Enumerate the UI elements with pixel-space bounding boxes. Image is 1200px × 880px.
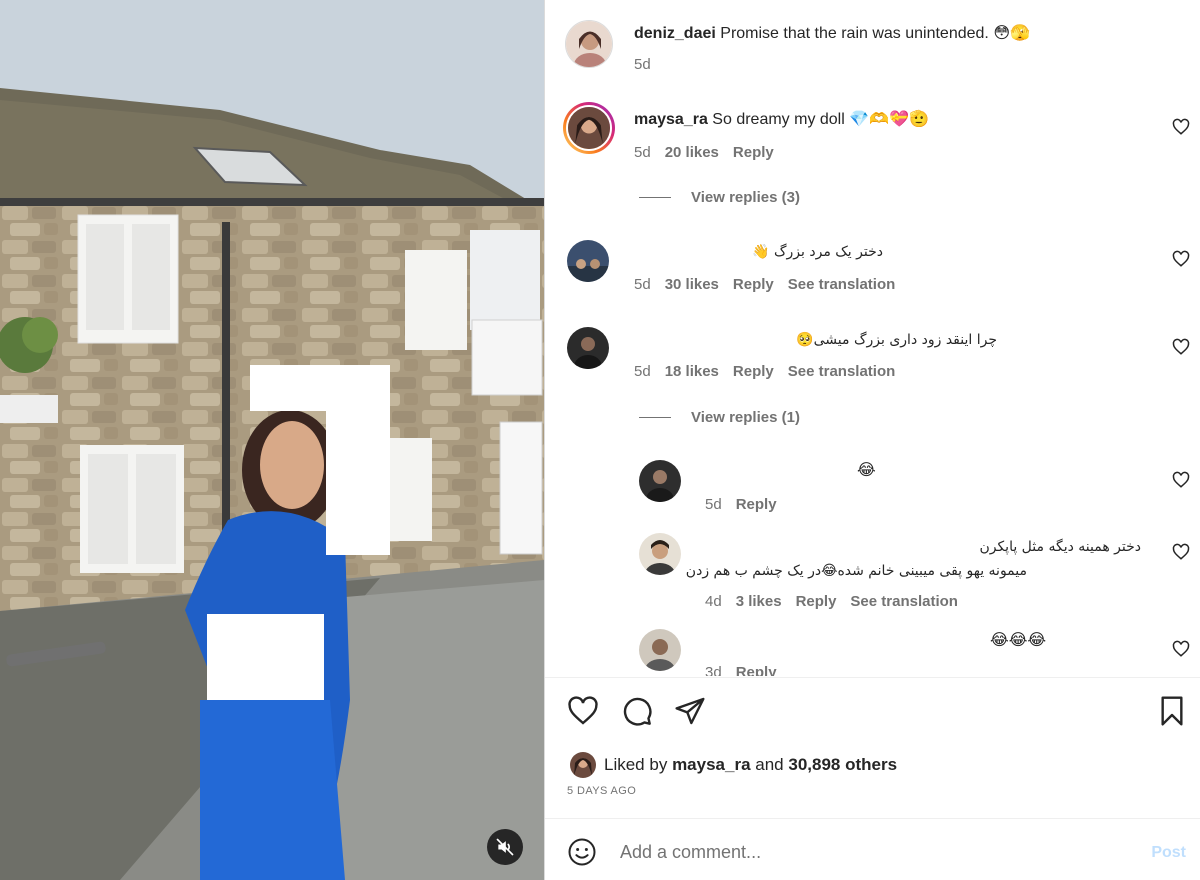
reply-button[interactable]: Reply xyxy=(736,664,777,676)
bookmark-icon[interactable] xyxy=(1156,695,1188,727)
likes-middle: and xyxy=(755,755,784,774)
comments-panel: deniz_daei Promise that the rain was uni… xyxy=(545,0,1200,880)
likes-summary: Liked by maysa_ra and 30,898 others xyxy=(570,752,897,778)
replier-avatar[interactable] xyxy=(639,629,681,671)
heart-icon[interactable] xyxy=(567,695,599,727)
mute-toggle-button[interactable] xyxy=(487,829,523,865)
redaction-block xyxy=(326,411,390,555)
reply-time[interactable]: 3d xyxy=(705,664,722,676)
redaction-block xyxy=(207,614,324,700)
post-photo xyxy=(0,0,544,880)
action-bar xyxy=(545,695,1200,729)
likes-others-count[interactable]: 30,898 others xyxy=(788,755,897,774)
post-age[interactable]: 5 DAYS AGO xyxy=(567,785,636,797)
comment-input[interactable] xyxy=(620,837,1140,867)
emoji-icon[interactable] xyxy=(567,837,597,867)
redaction-block xyxy=(250,365,390,411)
mute-icon xyxy=(496,838,514,856)
comment-composer: Post xyxy=(545,818,1200,880)
reply-text: 😂😂😂 xyxy=(990,632,1047,649)
liker-username[interactable]: maysa_ra xyxy=(672,755,750,774)
share-icon[interactable] xyxy=(674,695,706,727)
post-media[interactable] xyxy=(0,0,544,880)
reply-item: 😂😂😂 3d Reply xyxy=(545,0,1200,676)
liker-avatar[interactable] xyxy=(570,752,596,778)
comment-icon[interactable] xyxy=(621,695,653,727)
heart-icon[interactable] xyxy=(1172,640,1190,658)
section-divider xyxy=(545,677,1200,678)
post-comment-button[interactable]: Post xyxy=(1151,844,1186,862)
likes-prefix: Liked by xyxy=(604,755,668,774)
